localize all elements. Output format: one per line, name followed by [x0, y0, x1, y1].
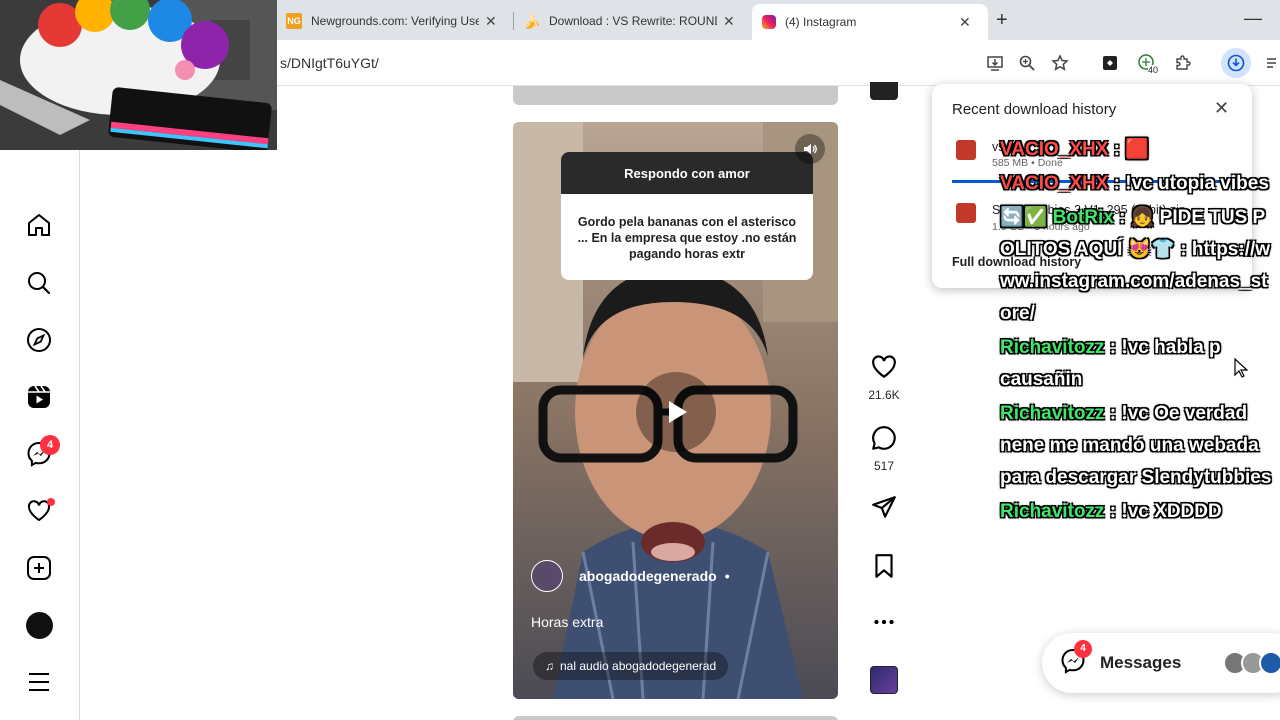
stream-chat-overlay: VACIO_XHX : 🟥 VACIO_XHX : !vc utopia vib…	[1000, 136, 1275, 530]
comment-icon	[872, 426, 896, 450]
chat-username: VACIO_XHX	[1000, 139, 1109, 160]
explore-icon[interactable]	[25, 326, 53, 354]
question-sticker: Respondo con amor Gordo pela bananas con…	[561, 152, 813, 280]
chat-message: 🔄✅ BotRix : 👧 PIDE TUS POLITOS AQUÍ 😻👕 :…	[1000, 202, 1275, 330]
more-options-button[interactable]	[868, 608, 900, 639]
file-icon	[956, 203, 976, 223]
volume-icon[interactable]	[795, 134, 825, 164]
extension-icon[interactable]	[1099, 52, 1121, 74]
home-icon[interactable]	[25, 211, 53, 239]
zoom-icon[interactable]	[1016, 52, 1038, 74]
audio-label: nal audio abogadodegenerad	[560, 659, 717, 673]
puzzle-icon[interactable]	[1172, 52, 1194, 74]
reel-author[interactable]: abogadodegenerado •	[531, 560, 730, 592]
menu-icon[interactable]	[25, 668, 53, 696]
like-count: 21.6K	[868, 388, 900, 402]
avatar	[1259, 651, 1280, 675]
messages-badge: 4	[1074, 639, 1092, 658]
install-app-icon[interactable]	[984, 52, 1006, 74]
chat-text: : !vc XDDDD	[1104, 501, 1222, 522]
chat-message: VACIO_XHX : 🟥	[1000, 134, 1275, 166]
tab-title: Newgrounds.com: Verifying Use	[311, 14, 479, 28]
bookmark-icon	[875, 554, 893, 578]
close-tab-icon[interactable]: ✕	[959, 14, 971, 31]
webcam-overlay	[0, 0, 277, 150]
next-reel[interactable]	[513, 716, 838, 720]
instagram-icon	[762, 15, 776, 29]
messages-button[interactable]: 4 Messages	[1042, 633, 1280, 693]
minimize-window-button[interactable]: —	[1244, 8, 1262, 29]
new-tab-button[interactable]: +	[996, 9, 1008, 32]
question-title: Respondo con amor	[561, 152, 813, 194]
file-icon	[956, 140, 976, 160]
reading-list-icon[interactable]	[1262, 52, 1280, 74]
url-field[interactable]: s/DNIgtT6uYGt/	[280, 55, 379, 71]
tab-newgrounds[interactable]: NG Newgrounds.com: Verifying Use ✕	[276, 6, 512, 36]
chat-text: :	[1108, 139, 1126, 160]
question-text: Gordo pela bananas con el asterisco ... …	[577, 215, 797, 261]
chat-badges: 🔄✅	[1000, 207, 1053, 228]
heart-icon	[872, 355, 896, 378]
messenger-icon: 4	[1060, 639, 1092, 679]
share-button[interactable]	[868, 494, 900, 525]
author-username[interactable]: abogadodegenerado	[579, 568, 717, 584]
music-note-icon: ♫	[545, 659, 554, 673]
play-icon[interactable]	[636, 372, 716, 452]
reels-icon[interactable]	[25, 383, 53, 411]
profile-avatar[interactable]	[25, 611, 53, 639]
notification-badge: 4	[40, 435, 60, 455]
chat-username: VACIO_XHX	[1000, 173, 1109, 194]
close-icon[interactable]: ✕	[1214, 98, 1229, 119]
chat-message: Richavitozz : !vc XDDDD	[1000, 496, 1275, 528]
extension-count: 40	[1148, 65, 1159, 75]
chat-username: Richavitozz	[1000, 403, 1105, 424]
chat-emote: 🟥	[1125, 139, 1149, 160]
chat-text: : !vc utopia vibes	[1108, 173, 1269, 194]
send-icon	[872, 496, 896, 518]
audio-thumbnail[interactable]	[868, 666, 900, 694]
tab-instagram[interactable]: (4) Instagram ✕	[752, 4, 988, 40]
reel-video[interactable]: Respondo con amor Gordo pela bananas con…	[513, 122, 838, 699]
comment-button[interactable]: 517	[868, 424, 900, 473]
create-icon[interactable]	[25, 554, 53, 582]
save-button[interactable]	[868, 552, 900, 583]
recent-contacts	[1223, 651, 1280, 675]
more-icon	[874, 619, 894, 625]
mouse-cursor-icon	[1234, 357, 1249, 383]
like-button[interactable]: 21.6K	[868, 353, 900, 402]
close-tab-icon[interactable]: ✕	[485, 13, 497, 30]
audio-track[interactable]: ♫ nal audio abogadodegenerad	[533, 652, 729, 680]
download-popup-title: Recent download history	[952, 101, 1117, 118]
download-icon[interactable]	[1221, 48, 1251, 78]
reel-caption: Horas extra	[531, 614, 604, 630]
tab-download[interactable]: 🍌 Download : VS Rewrite: ROUND ✕	[514, 6, 750, 36]
bookmark-star-icon[interactable]	[1049, 52, 1071, 74]
banana-icon: 🍌	[523, 12, 541, 29]
chat-message: VACIO_XHX : !vc utopia vibes	[1000, 168, 1275, 200]
chat-username: Richavitozz	[1000, 501, 1105, 522]
tab-title: Download : VS Rewrite: ROUND	[549, 14, 717, 28]
search-icon[interactable]	[25, 269, 53, 297]
author-avatar[interactable]	[531, 560, 563, 592]
previous-reel[interactable]	[513, 86, 838, 105]
author-separator: •	[724, 568, 730, 584]
chat-message: Richavitozz : !vc Oe verdad nene me mand…	[1000, 398, 1275, 494]
extension-badge-icon[interactable]: 40	[1136, 52, 1159, 75]
newgrounds-icon: NG	[286, 13, 302, 29]
chat-username: BotRix	[1052, 207, 1114, 228]
activity-dot	[47, 498, 55, 506]
comment-count: 517	[873, 459, 895, 473]
prev-reel-audio-thumb[interactable]	[868, 82, 900, 100]
chat-username: Richavitozz	[1000, 337, 1105, 358]
tab-title: (4) Instagram	[785, 15, 857, 29]
messages-label: Messages	[1100, 653, 1182, 672]
close-tab-icon[interactable]: ✕	[723, 13, 735, 30]
instagram-sidebar: 4	[0, 86, 80, 720]
